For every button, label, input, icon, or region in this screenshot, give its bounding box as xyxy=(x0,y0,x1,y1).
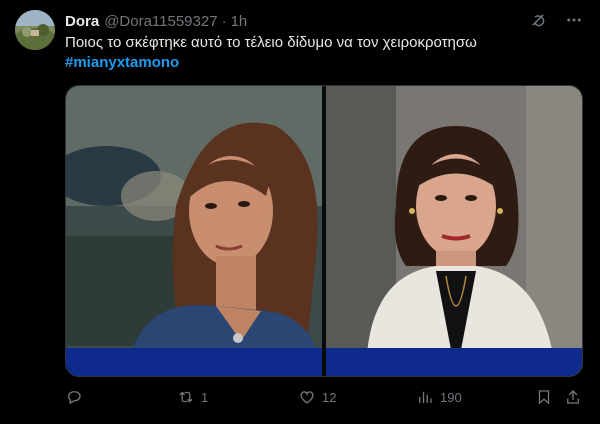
reply-icon xyxy=(68,391,81,405)
tweet-text: Ποιος το σκέφτηκε αυτό το τέλειο δίδυμο … xyxy=(65,33,585,73)
tweet-media[interactable] xyxy=(65,85,583,377)
repost-button[interactable]: 1 xyxy=(177,388,208,406)
author-handle[interactable]: @Dora11559327 xyxy=(104,13,217,30)
bookmark-button[interactable] xyxy=(535,388,559,406)
views-icon xyxy=(419,391,432,403)
action-bar: 1 12 190 xyxy=(65,388,585,410)
reply-button[interactable] xyxy=(65,388,89,406)
bookmark-icon xyxy=(538,390,550,405)
tweet-body: Ποιος το σκέφτηκε αυτό το τέλειο δίδυμο … xyxy=(65,34,477,51)
media-left-panel xyxy=(66,86,322,376)
like-button[interactable]: 12 xyxy=(298,388,336,406)
share-icon xyxy=(567,390,579,404)
share-button[interactable] xyxy=(564,388,588,406)
grok-icon[interactable] xyxy=(528,10,548,30)
repost-count: 1 xyxy=(201,389,209,405)
views-button[interactable]: 190 xyxy=(416,388,462,406)
like-count: 12 xyxy=(322,389,337,405)
view-count: 190 xyxy=(440,389,462,405)
more-icon[interactable] xyxy=(564,10,584,30)
hashtag-link[interactable]: #mianyxtamono xyxy=(65,53,585,73)
media-right-panel xyxy=(326,86,582,376)
like-icon xyxy=(300,391,314,404)
tweet-header: Dora @Dora11559327 · 1h xyxy=(65,11,247,31)
tweet-card[interactable]: Dora @Dora11559327 · 1h Ποιος το σκέφτηκ… xyxy=(0,0,600,424)
repost-icon xyxy=(179,391,193,403)
avatar[interactable] xyxy=(15,10,55,50)
timestamp[interactable]: 1h xyxy=(231,13,248,30)
author-name[interactable]: Dora xyxy=(65,13,99,30)
separator-dot: · xyxy=(221,12,227,30)
